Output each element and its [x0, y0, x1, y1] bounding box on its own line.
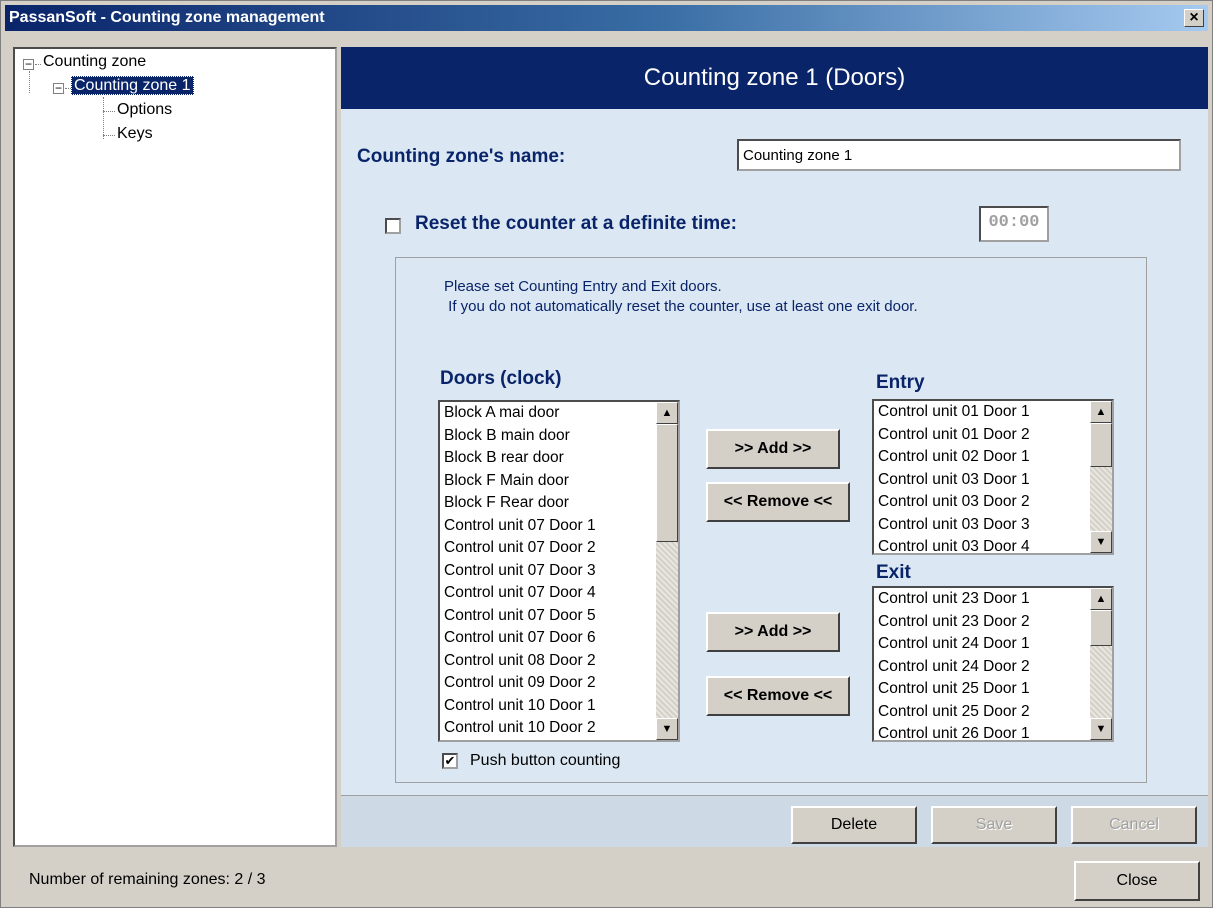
- push-button-counting-checkbox[interactable]: ✔: [442, 753, 458, 769]
- doors-list-title: Doors (clock): [440, 368, 562, 389]
- list-item[interactable]: Control unit 03 Door 4: [878, 536, 1112, 553]
- window: PassanSoft - Counting zone management × …: [0, 0, 1213, 908]
- list-item[interactable]: Block B main door: [444, 425, 678, 448]
- tree-item-counting-zone-1[interactable]: Counting zone 1: [71, 76, 194, 95]
- scroll-up-icon[interactable]: ▲: [1090, 588, 1112, 610]
- cancel-button[interactable]: Cancel: [1071, 806, 1197, 844]
- reset-counter-label: Reset the counter at a definite time:: [415, 213, 738, 234]
- zone-tree[interactable]: − Counting zone − Counting zone 1 Option…: [13, 47, 337, 847]
- list-item[interactable]: Control unit 07 Door 5: [444, 605, 678, 628]
- collapse-zone-icon[interactable]: −: [53, 82, 64, 94]
- window-title: PassanSoft - Counting zone management: [9, 9, 325, 26]
- list-item[interactable]: Block B rear door: [444, 447, 678, 470]
- list-item[interactable]: Control unit 03 Door 2: [878, 491, 1112, 514]
- scroll-up-icon[interactable]: ▲: [656, 402, 678, 424]
- push-button-counting-label: Push button counting: [470, 752, 621, 769]
- scroll-down-icon[interactable]: ▼: [656, 718, 678, 740]
- collapse-root-icon[interactable]: −: [23, 58, 34, 70]
- remaining-zones-status: Number of remaining zones: 2 / 3: [29, 871, 266, 888]
- remove-entry-button[interactable]: << Remove <<: [706, 482, 850, 522]
- tree-item-options[interactable]: Options: [117, 101, 172, 119]
- list-item[interactable]: Control unit 25 Door 2: [878, 701, 1112, 724]
- entry-list-title: Entry: [876, 372, 925, 393]
- zone-name-label: Counting zone's name:: [357, 146, 566, 167]
- add-exit-button[interactable]: >> Add >>: [706, 612, 840, 652]
- add-entry-button[interactable]: >> Add >>: [706, 429, 840, 469]
- list-item[interactable]: Control unit 07 Door 3: [444, 560, 678, 583]
- list-item[interactable]: Block F Main door: [444, 470, 678, 493]
- list-item[interactable]: Control unit 07 Door 1: [444, 515, 678, 538]
- save-button[interactable]: Save: [931, 806, 1057, 844]
- scroll-up-icon[interactable]: ▲: [1090, 401, 1112, 423]
- scroll-thumb[interactable]: [1090, 423, 1112, 467]
- list-item[interactable]: Control unit 03 Door 1: [878, 469, 1112, 492]
- list-item[interactable]: Control unit 10 Door 1: [444, 695, 678, 718]
- tree-item-counting-zone-1-label: Counting zone 1: [71, 76, 194, 95]
- list-item[interactable]: Control unit 01 Door 1: [878, 401, 1112, 424]
- scroll-thumb[interactable]: [656, 424, 678, 542]
- doors-group: Please set Counting Entry and Exit doors…: [395, 257, 1147, 783]
- scroll-thumb[interactable]: [1090, 610, 1112, 646]
- action-bar: Delete Save Cancel: [341, 795, 1208, 847]
- list-item[interactable]: Control unit 08 Door 2: [444, 650, 678, 673]
- remove-exit-button[interactable]: << Remove <<: [706, 676, 850, 716]
- list-item[interactable]: Control unit 24 Door 2: [878, 656, 1112, 679]
- list-item[interactable]: Control unit 24 Door 1: [878, 633, 1112, 656]
- list-item[interactable]: Block A mai door: [444, 402, 678, 425]
- info-line-1: Please set Counting Entry and Exit doors…: [444, 278, 722, 295]
- list-item[interactable]: Control unit 25 Door 1: [878, 678, 1112, 701]
- zone-detail-panel: Counting zone 1 (Doors) Counting zone's …: [341, 47, 1208, 847]
- list-item[interactable]: Block F Rear door: [444, 492, 678, 515]
- panel-header: Counting zone 1 (Doors): [341, 47, 1208, 109]
- list-item[interactable]: Control unit 09 Door 2: [444, 672, 678, 695]
- list-item[interactable]: Control unit 07 Door 2: [444, 537, 678, 560]
- list-item[interactable]: Control unit 23 Door 2: [878, 611, 1112, 634]
- close-button[interactable]: Close: [1074, 861, 1200, 901]
- zone-name-input[interactable]: [737, 139, 1181, 171]
- list-item[interactable]: Control unit 01 Door 2: [878, 424, 1112, 447]
- title-bar: PassanSoft - Counting zone management ×: [5, 5, 1208, 31]
- list-item[interactable]: Control unit 07 Door 4: [444, 582, 678, 605]
- reset-counter-checkbox[interactable]: [385, 218, 401, 234]
- list-item[interactable]: Control unit 07 Door 6: [444, 627, 678, 650]
- exit-list-title: Exit: [876, 562, 911, 583]
- tree-item-keys[interactable]: Keys: [117, 125, 153, 143]
- scroll-down-icon[interactable]: ▼: [1090, 531, 1112, 553]
- info-line-2: If you do not automatically reset the co…: [444, 298, 918, 315]
- tree-item-counting-zone[interactable]: Counting zone: [43, 53, 146, 71]
- entry-scrollbar[interactable]: ▲ ▼: [1090, 401, 1112, 553]
- entry-listbox[interactable]: Control unit 01 Door 1 Control unit 01 Do…: [872, 399, 1114, 555]
- delete-button[interactable]: Delete: [791, 806, 917, 844]
- list-item[interactable]: Control unit 23 Door 1: [878, 588, 1112, 611]
- exit-scrollbar[interactable]: ▲ ▼: [1090, 588, 1112, 740]
- reset-time-input[interactable]: 00:00: [979, 206, 1049, 242]
- list-item[interactable]: Control unit 10 Door 2: [444, 717, 678, 740]
- window-close-button[interactable]: ×: [1184, 9, 1204, 27]
- doors-listbox[interactable]: Block A mai door Block B main door Block B…: [438, 400, 680, 742]
- list-item[interactable]: Control unit 02 Door 1: [878, 446, 1112, 469]
- exit-listbox[interactable]: Control unit 23 Door 1 Control unit 23 Do…: [872, 586, 1114, 742]
- scroll-down-icon[interactable]: ▼: [1090, 718, 1112, 740]
- list-item[interactable]: Control unit 03 Door 3: [878, 514, 1112, 537]
- list-item[interactable]: Control unit 26 Door 1: [878, 723, 1112, 740]
- doors-scrollbar[interactable]: ▲ ▼: [656, 402, 678, 740]
